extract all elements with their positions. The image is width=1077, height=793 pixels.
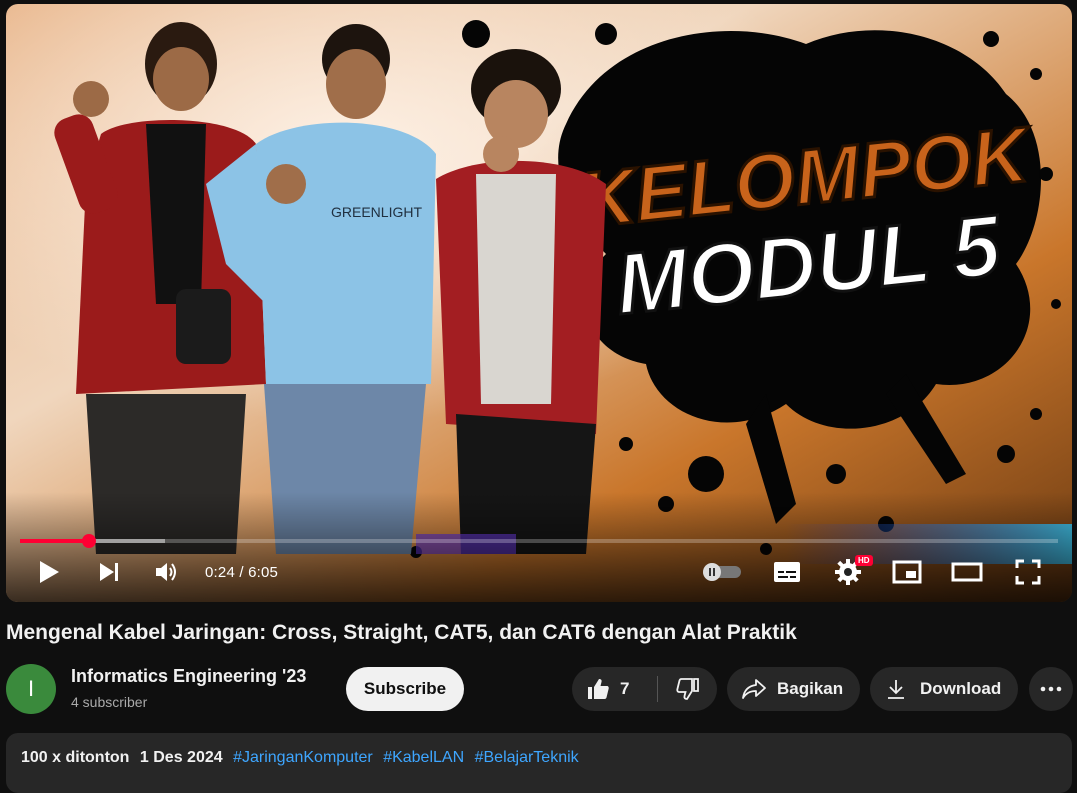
progress-bar[interactable] xyxy=(20,534,1058,548)
share-button[interactable]: Bagikan xyxy=(727,667,860,711)
description-meta: 100 x ditonton 1 Des 2024 #JaringanKompu… xyxy=(21,749,585,767)
autoplay-toggle-icon xyxy=(703,563,741,581)
view-count: 100 x ditonton xyxy=(21,749,130,766)
theater-icon xyxy=(951,562,983,582)
channel-name[interactable]: Informatics Engineering '23 xyxy=(71,666,306,687)
miniplayer-icon xyxy=(892,560,922,584)
progress-scrubber[interactable] xyxy=(81,534,96,548)
hd-badge: HD xyxy=(855,555,873,566)
more-actions-button[interactable] xyxy=(1029,667,1073,711)
download-icon xyxy=(886,678,906,700)
subscriber-count: 4 subscriber xyxy=(71,694,148,710)
download-label: Download xyxy=(920,679,1002,698)
like-button[interactable]: 7 xyxy=(572,667,657,711)
subtitles-icon xyxy=(774,562,800,582)
hashtag-link[interactable]: #BelajarTeknik xyxy=(475,749,579,766)
like-count: 7 xyxy=(620,679,630,698)
miniplayer-button[interactable] xyxy=(891,557,923,587)
channel-avatar[interactable]: I xyxy=(6,664,56,714)
next-icon xyxy=(100,563,118,581)
theater-mode-button[interactable] xyxy=(950,557,984,587)
share-icon xyxy=(741,678,767,700)
share-label: Bagikan xyxy=(777,679,844,698)
hoodie-text: GREENLIGHT xyxy=(331,204,422,220)
progress-played xyxy=(20,539,89,543)
fullscreen-icon xyxy=(1015,559,1041,585)
volume-button[interactable] xyxy=(151,557,183,587)
upload-date: 1 Des 2024 xyxy=(139,749,223,766)
more-horizontal-icon xyxy=(1040,686,1062,692)
subscribe-button[interactable]: Subscribe xyxy=(346,667,464,711)
thumbs-down-icon xyxy=(676,677,700,701)
video-player[interactable]: KELOMPOK MODUL 5 GREENLIGHT 0:24 / 6:05 … xyxy=(6,4,1072,602)
volume-icon xyxy=(156,563,176,581)
hashtag-link[interactable]: #KabelLAN xyxy=(383,749,464,766)
subtitles-button[interactable] xyxy=(772,557,802,587)
thumbs-up-icon xyxy=(586,677,610,701)
download-button[interactable]: Download xyxy=(870,667,1018,711)
next-button[interactable] xyxy=(94,557,124,587)
play-button[interactable] xyxy=(34,557,64,587)
autoplay-toggle[interactable] xyxy=(700,557,744,587)
description-box[interactable]: 100 x ditonton 1 Des 2024 #JaringanKompu… xyxy=(6,733,1072,793)
video-title: Mengenal Kabel Jaringan: Cross, Straight… xyxy=(6,621,797,644)
like-dislike-group: 7 xyxy=(572,667,717,711)
hashtag-link[interactable]: #JaringanKomputer xyxy=(233,749,373,766)
fullscreen-button[interactable] xyxy=(1013,557,1043,587)
play-icon xyxy=(40,561,59,583)
time-display: 0:24 / 6:05 xyxy=(205,564,279,581)
dislike-button[interactable] xyxy=(658,667,717,711)
